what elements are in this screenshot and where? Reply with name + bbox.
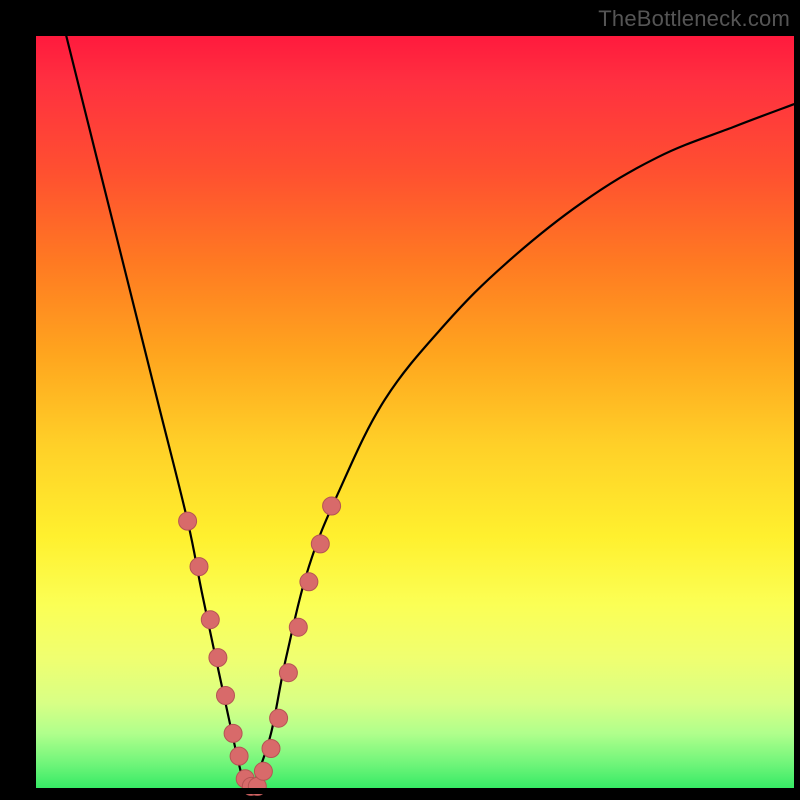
highlight-dot [311, 535, 329, 553]
chart-frame: TheBottleneck.com [0, 0, 800, 800]
highlight-dot [289, 618, 307, 636]
bottom-strip [36, 788, 794, 794]
highlight-dot [270, 709, 288, 727]
highlight-dot [201, 611, 219, 629]
highlight-dot [323, 497, 341, 515]
highlight-dot [224, 724, 242, 742]
watermark-label: TheBottleneck.com [598, 6, 790, 32]
highlight-dot [179, 512, 197, 530]
bottleneck-curve [66, 36, 794, 794]
highlight-dot [209, 649, 227, 667]
plot-area [36, 36, 794, 794]
highlight-dot [262, 740, 280, 758]
highlight-dot [279, 664, 297, 682]
highlight-dot [217, 687, 235, 705]
highlight-dot [254, 762, 272, 780]
chart-svg [36, 36, 794, 794]
highlight-dot [190, 558, 208, 576]
highlighted-points-group [179, 497, 341, 795]
highlight-dot [230, 747, 248, 765]
highlight-dot [300, 573, 318, 591]
